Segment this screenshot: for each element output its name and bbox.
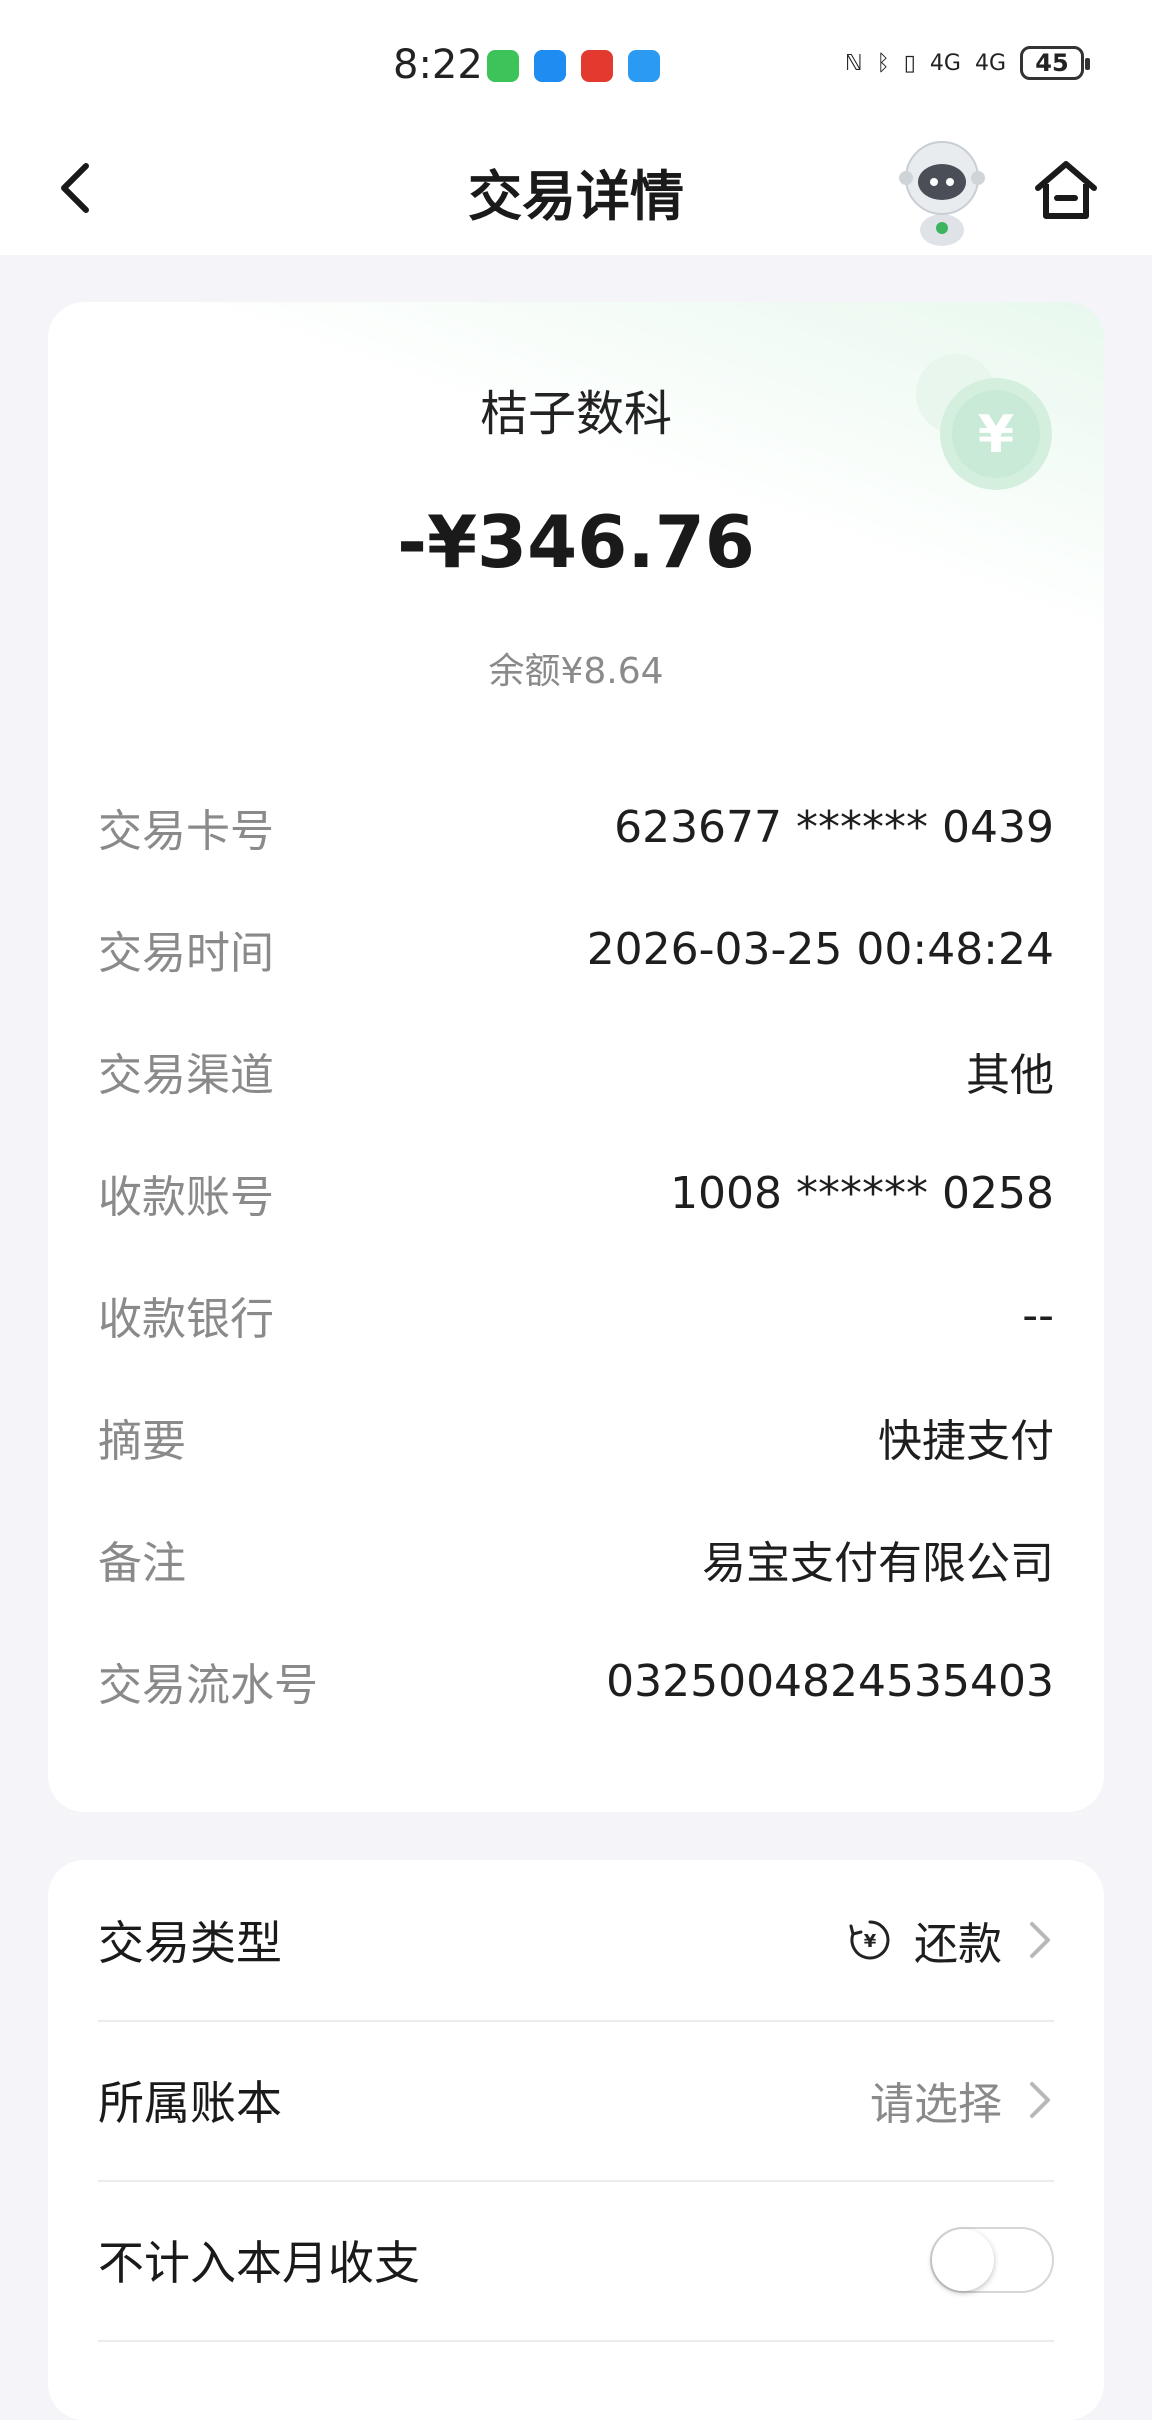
- status-bar: 8:22 ℕ ᛒ ▯ 4G 4G 45: [0, 0, 1152, 130]
- transaction-amount: -¥346.76: [397, 500, 755, 584]
- detail-row-payee-bank: 收款银行 --: [98, 1280, 1054, 1350]
- svg-text:¥: ¥: [864, 1931, 877, 1952]
- home-icon[interactable]: [1030, 154, 1102, 226]
- balance-text: 余额¥8.64: [488, 651, 664, 692]
- detail-value: 快捷支付: [878, 1416, 1054, 1467]
- detail-value: 其他: [966, 1050, 1054, 1101]
- nfc-icon: ℕ: [844, 50, 863, 76]
- transaction-summary-card: ¥ 桔子数科 -¥346.76 余额¥8.64 交易卡号 623677 ****…: [48, 302, 1104, 1812]
- exclude-monthly-row: 不计入本月收支: [98, 2180, 1054, 2342]
- account-book-label: 所属账本: [98, 2076, 282, 2130]
- account-book-value: 请选择: [870, 2079, 1002, 2130]
- battery-icon: 45: [1020, 46, 1090, 80]
- detail-row-summary: 摘要 快捷支付: [98, 1402, 1054, 1472]
- detail-label: 交易卡号: [98, 806, 274, 857]
- detail-row-channel: 交易渠道 其他: [98, 1036, 1054, 1106]
- status-time: 8:22: [393, 42, 483, 88]
- transaction-settings-card: 交易类型 ¥ 还款 所属账本 请选择 不计入本月收支: [48, 1860, 1104, 2420]
- detail-label: 摘要: [98, 1416, 186, 1467]
- account-book-row[interactable]: 所属账本 请选择: [98, 2020, 1054, 2182]
- transaction-type-value: 还款: [914, 1919, 1002, 1970]
- transaction-type-label: 交易类型: [98, 1916, 282, 1970]
- exclude-monthly-label: 不计入本月收支: [98, 2236, 420, 2290]
- detail-label: 交易流水号: [98, 1660, 318, 1711]
- weather-app-icon: [628, 50, 660, 82]
- detail-label: 收款账号: [98, 1172, 274, 1223]
- detail-value: 0325004824535403: [606, 1655, 1054, 1707]
- detail-value: 易宝支付有限公司: [702, 1538, 1054, 1589]
- detail-row-serial-number: 交易流水号 0325004824535403: [98, 1646, 1054, 1716]
- detail-label: 备注: [98, 1538, 186, 1589]
- detail-label: 交易时间: [98, 928, 274, 979]
- detail-label: 收款银行: [98, 1294, 274, 1345]
- detail-value: --: [1022, 1289, 1054, 1341]
- signal-4g-icon-1: 4G: [929, 50, 961, 76]
- repayment-icon: ¥: [849, 1920, 890, 1960]
- merchant-name: 桔子数科: [479, 386, 672, 442]
- chevron-right-icon: [1030, 2082, 1050, 2118]
- exclude-monthly-toggle[interactable]: [930, 2227, 1054, 2293]
- detail-value: 623677 ****** 0439: [614, 801, 1054, 853]
- detail-row-remark: 备注 易宝支付有限公司: [98, 1524, 1054, 1594]
- bluetooth-icon: ᛒ: [876, 50, 890, 76]
- message-app-icon: [534, 50, 566, 82]
- status-indicators: ℕ ᛒ ▯ 4G 4G 45: [844, 46, 1090, 80]
- detail-row-card-number: 交易卡号 623677 ****** 0439: [98, 792, 1054, 862]
- detail-row-payee-account: 收款账号 1008 ****** 0258: [98, 1158, 1054, 1228]
- signal-4g-icon-2: 4G: [974, 50, 1006, 76]
- toggle-knob: [932, 2229, 994, 2291]
- robot-assistant-icon[interactable]: [892, 136, 992, 248]
- transaction-type-row[interactable]: 交易类型 ¥ 还款: [98, 1860, 1054, 2022]
- phone-app-icon: [487, 50, 519, 82]
- detail-value: 1008 ****** 0258: [670, 1167, 1054, 1219]
- chevron-right-icon: [1030, 1922, 1050, 1958]
- top-nav-bar: 交易详情: [0, 130, 1152, 255]
- battery-level: 45: [1035, 49, 1069, 77]
- detail-value: 2026-03-25 00:48:24: [586, 923, 1054, 975]
- detail-label: 交易渠道: [98, 1050, 274, 1101]
- news-app-icon: [581, 50, 613, 82]
- detail-row-time: 交易时间 2026-03-25 00:48:24: [98, 914, 1054, 984]
- vibrate-icon: ▯: [903, 50, 916, 76]
